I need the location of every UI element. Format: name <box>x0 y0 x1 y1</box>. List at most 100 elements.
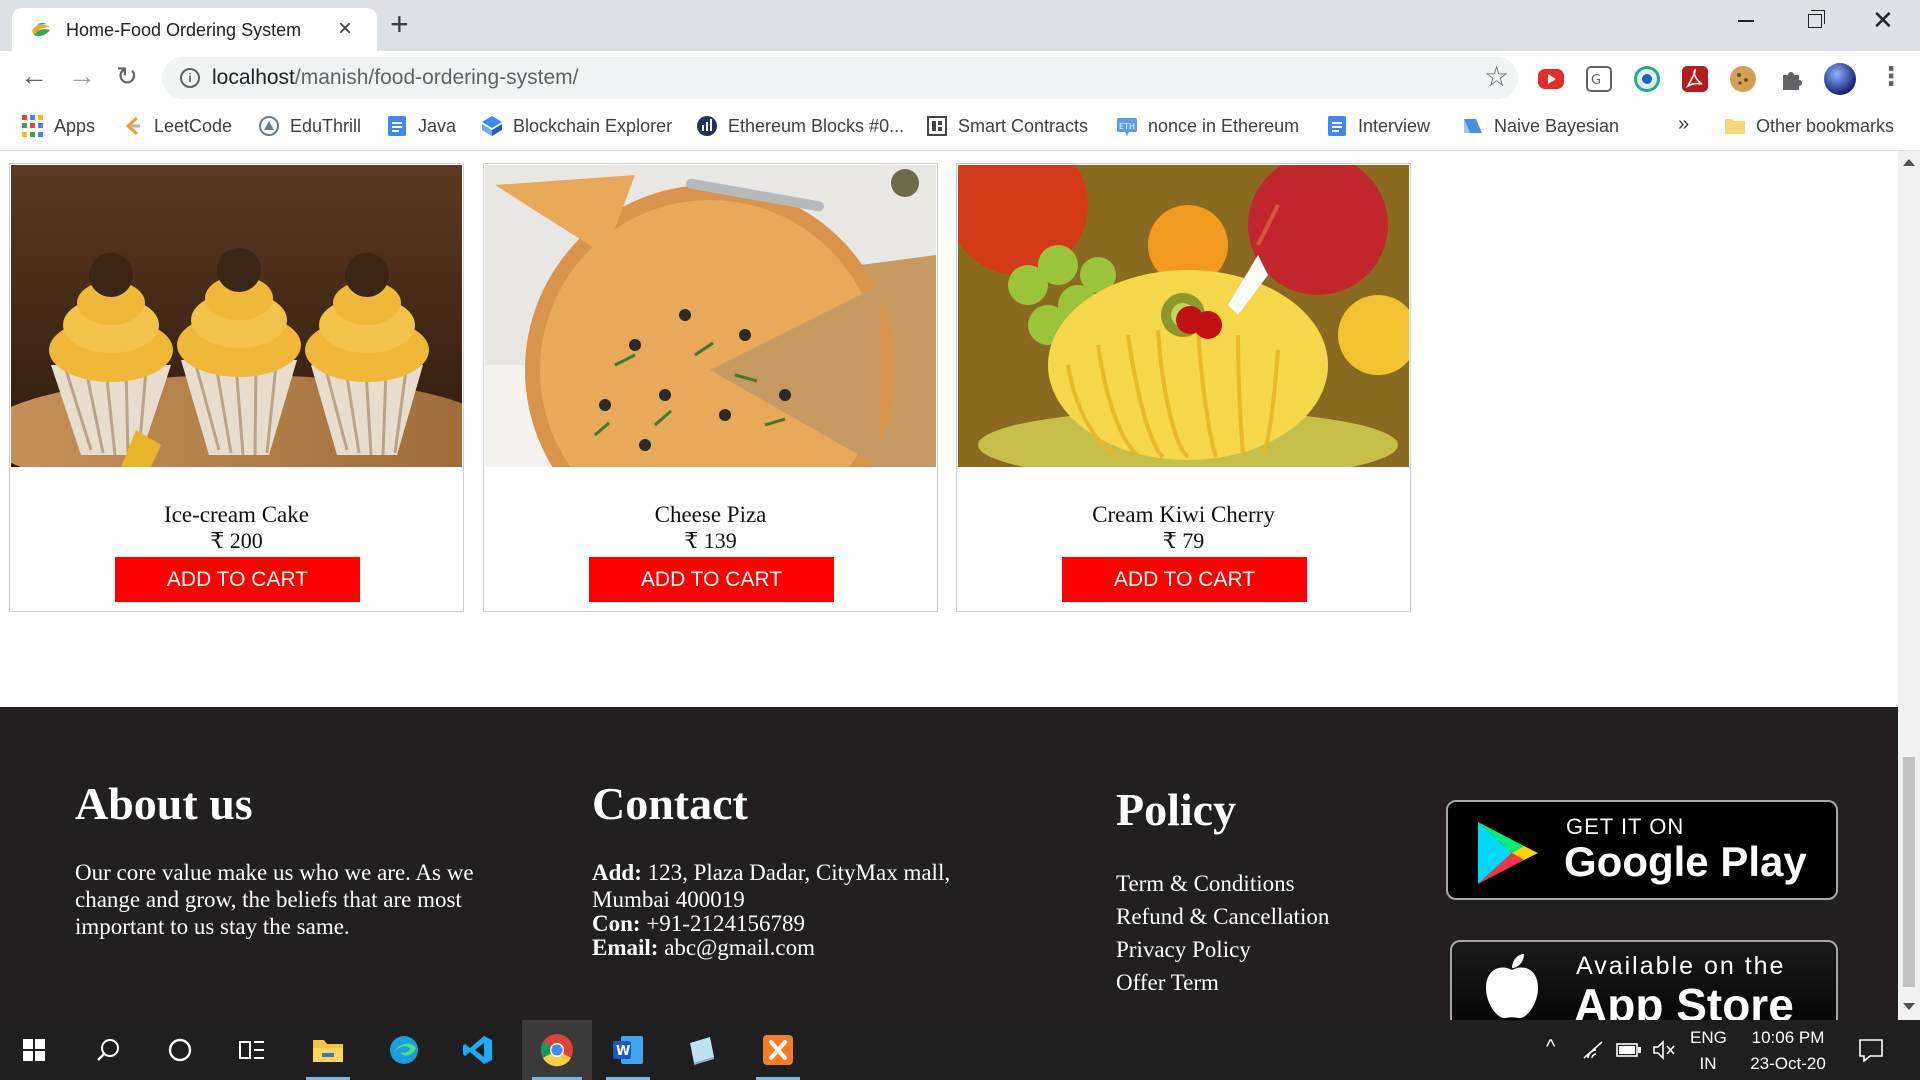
google-play-big-text: Google Play <box>1564 838 1807 885</box>
google-play-small-text: GET IT ON <box>1566 814 1685 839</box>
apple-icon <box>1486 954 1538 1019</box>
bookmark-ethereum-blocks[interactable]: Ethereum Blocks #0... <box>696 105 904 147</box>
url-text[interactable]: localhost/manish/food-ordering-system/ <box>212 66 579 90</box>
page-viewport: Ice-cream Cake ₹ 200 ADD TO CART Cheese … <box>0 151 1898 1020</box>
tab-close-icon[interactable]: × <box>338 16 352 42</box>
volume-muted-icon[interactable] <box>1652 1040 1676 1065</box>
bookmarks-bar: Apps LeetCode EduThrill Java Blockchain … <box>0 105 1920 151</box>
about-text: Our core value make us who we are. As we… <box>75 860 474 939</box>
product-image-pizza[interactable] <box>485 165 936 467</box>
contact-email: Email: abc@gmail.com <box>592 935 816 960</box>
scroll-thumb[interactable] <box>1903 757 1915 987</box>
bookmark-blockchain-explorer[interactable]: Blockchain Explorer <box>481 105 672 147</box>
blockchain-icon <box>482 116 502 136</box>
policy-link-privacy[interactable]: Privacy Policy <box>1116 933 1329 966</box>
leetcode-icon <box>125 116 140 136</box>
chrome-icon[interactable] <box>522 1020 592 1080</box>
product-card: Cream Kiwi Cherry ₹ 79 ADD TO CART <box>956 163 1411 612</box>
notes-app-icon[interactable] <box>672 1020 732 1080</box>
browser-menu-icon[interactable]: ⋮ <box>1878 61 1904 91</box>
doc-icon <box>1328 116 1346 136</box>
word-icon[interactable]: W <box>598 1020 658 1080</box>
windows-start-icon[interactable] <box>4 1020 64 1080</box>
clock-date: 23-Oct-20 <box>1750 1054 1826 1073</box>
svg-text:ETH: ETH <box>1119 122 1135 131</box>
tray-overflow-chevron-icon[interactable]: ^ <box>1546 1036 1555 1059</box>
product-price: ₹ 200 <box>210 528 263 553</box>
etherscan-icon <box>697 116 717 136</box>
bookmark-smart-contracts[interactable]: Smart Contracts <box>926 105 1088 147</box>
extensions-puzzle-icon[interactable] <box>1778 66 1804 92</box>
bookmark-star-icon[interactable]: ☆ <box>1484 61 1509 93</box>
folder-icon <box>1725 119 1745 134</box>
file-explorer-icon[interactable] <box>298 1020 358 1080</box>
product-card: Ice-cream Cake ₹ 200 ADD TO CART <box>9 163 464 612</box>
svg-text:W: W <box>616 1044 630 1059</box>
pdf-extension-icon[interactable] <box>1682 66 1708 92</box>
edge-browser-icon[interactable] <box>374 1020 434 1080</box>
add-to-cart-button[interactable]: ADD TO CART <box>115 557 360 602</box>
vscode-icon[interactable] <box>448 1020 508 1080</box>
translate-extension-icon[interactable]: G <box>1586 66 1612 92</box>
window-close-icon[interactable]: ✕ <box>1872 6 1894 34</box>
notifications-icon[interactable] <box>1858 1038 1884 1067</box>
product-price: ₹ 79 <box>1162 528 1205 553</box>
site-info-icon[interactable]: i <box>180 68 200 88</box>
new-tab-icon[interactable]: + <box>390 7 409 41</box>
xampp-icon[interactable] <box>748 1020 808 1080</box>
add-to-cart-button[interactable]: ADD TO CART <box>1062 557 1307 602</box>
bookmark-interview[interactable]: Interview <box>1326 105 1430 147</box>
apps-grid-icon <box>22 115 44 137</box>
search-icon[interactable] <box>78 1020 138 1080</box>
app-store-small-text: Available on the <box>1576 952 1786 980</box>
browser-toolbar: ← → ↻ i localhost/manish/food-ordering-s… <box>0 51 1920 105</box>
bookmark-leetcode[interactable]: LeetCode <box>122 105 232 147</box>
product-image-fruit-cake[interactable] <box>958 165 1409 467</box>
clock[interactable]: 10:06 PM 23-Oct-20 <box>1740 1028 1836 1074</box>
bayes-icon <box>1464 119 1482 133</box>
other-bookmarks[interactable]: Other bookmarks <box>1724 105 1894 147</box>
address-bar[interactable]: i localhost/manish/food-ordering-system/… <box>162 57 1518 99</box>
record-extension-icon[interactable] <box>1634 66 1660 92</box>
bookmark-nonce-ethereum[interactable]: ETH nonce in Ethereum <box>1116 105 1299 147</box>
bookmark-eduthrill[interactable]: EduThrill <box>258 105 361 147</box>
product-price: ₹ 139 <box>684 528 737 553</box>
network-icon[interactable] <box>1582 1040 1604 1065</box>
page-scrollbar[interactable] <box>1898 151 1920 1020</box>
youtube-extension-icon[interactable] <box>1538 69 1564 89</box>
policy-heading: Policy <box>1116 784 1237 835</box>
bookmark-apps[interactable]: Apps <box>22 105 95 147</box>
window-minimize-icon[interactable] <box>1738 20 1754 22</box>
back-arrow-icon[interactable]: ← <box>20 61 48 91</box>
policy-link-terms[interactable]: Term & Conditions <box>1116 867 1329 900</box>
reload-icon[interactable]: ↻ <box>116 61 138 91</box>
contact-info: Add: 123, Plaza Dadar, CityMax mall, Mum… <box>592 859 1012 961</box>
app-store-big-text: App Store <box>1574 979 1794 1020</box>
bookmarks-overflow-chevron-icon[interactable]: » <box>1678 113 1689 136</box>
language-indicator[interactable]: ENG IN <box>1690 1028 1727 1074</box>
browser-tab[interactable]: Home-Food Ordering System × <box>12 8 377 51</box>
window-restore-icon[interactable] <box>1808 10 1825 28</box>
clock-time: 10:06 PM <box>1751 1028 1825 1047</box>
cortana-icon[interactable] <box>150 1020 210 1080</box>
cookie-extension-icon[interactable] <box>1730 66 1756 92</box>
eth-icon: ETH <box>1117 118 1137 136</box>
task-view-icon[interactable] <box>222 1020 282 1080</box>
product-image-cupcakes[interactable] <box>11 165 462 467</box>
scroll-down-arrow-icon[interactable] <box>1903 1003 1915 1010</box>
profile-avatar[interactable] <box>1824 63 1856 95</box>
bookmark-java[interactable]: Java <box>386 105 456 147</box>
policy-link-refund[interactable]: Refund & Cancellation <box>1116 900 1329 933</box>
google-play-badge[interactable]: GET IT ON Google Play <box>1446 800 1838 900</box>
policy-link-offer[interactable]: Offer Term <box>1116 966 1329 999</box>
battery-icon[interactable] <box>1616 1042 1642 1063</box>
windows-taskbar: W ^ ENG IN 10:06 PM 23-Oct-20 <box>0 1020 1920 1080</box>
bookmark-naive-bayesian[interactable]: Naive Bayesian <box>1462 105 1619 147</box>
svg-text:G: G <box>1591 73 1601 88</box>
app-store-badge[interactable]: Available on the App Store <box>1450 940 1838 1020</box>
forward-arrow-icon[interactable]: → <box>68 61 96 91</box>
add-to-cart-button[interactable]: ADD TO CART <box>589 557 834 602</box>
site-footer: About us Our core value make us who we a… <box>0 707 1898 1020</box>
product-name: Cheese Piza <box>654 502 767 527</box>
scroll-up-arrow-icon[interactable] <box>1903 159 1915 166</box>
